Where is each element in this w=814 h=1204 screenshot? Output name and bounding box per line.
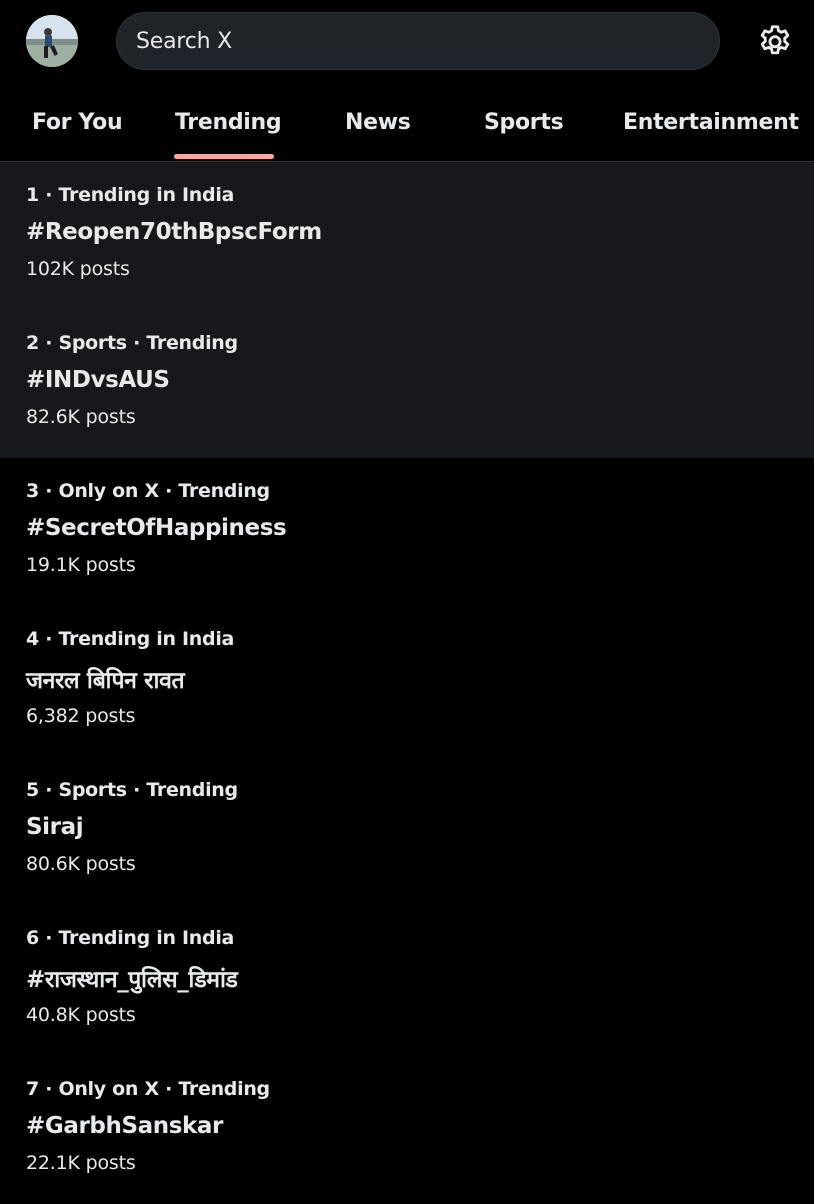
trend-item[interactable]: 2 · Sports · Trending #INDvsAUS 82.6K po…	[0, 310, 814, 458]
trend-item[interactable]: 4 · Trending in India जनरल बिपिन रावत 6,…	[0, 606, 814, 754]
trend-item[interactable]: 7 · Only on X · Trending #GarbhSanskar 2…	[0, 1056, 814, 1204]
trend-meta: 4 · Trending in India	[26, 628, 235, 650]
trend-meta: 7 · Only on X · Trending	[26, 1078, 270, 1100]
active-tab-indicator	[174, 154, 274, 159]
trend-item[interactable]: 5 · Sports · Trending Siraj 80.6K posts	[0, 757, 814, 905]
trend-meta: 2 · Sports · Trending	[26, 332, 238, 354]
trend-meta: 3 · Only on X · Trending	[26, 480, 270, 502]
search-input[interactable]: Search X	[116, 12, 720, 70]
trend-post-count: 22.1K posts	[26, 1152, 136, 1174]
trend-post-count: 40.8K posts	[26, 1004, 136, 1026]
trend-topic: Siraj	[26, 814, 84, 840]
trend-topic: #GarbhSanskar	[26, 1113, 223, 1139]
trend-item[interactable]: 6 · Trending in India #राजस्थान_पुलिस_डि…	[0, 905, 814, 1053]
trend-post-count: 6,382 posts	[26, 705, 136, 727]
trend-topic: #INDvsAUS	[26, 367, 170, 393]
tab-trending[interactable]: Trending	[175, 110, 282, 135]
trend-topic: #राजस्थान_पुलिस_डिमांड	[26, 967, 238, 993]
trend-topic: जनरल बिपिन रावत	[26, 668, 185, 694]
trend-post-count: 82.6K posts	[26, 406, 136, 428]
trend-post-count: 19.1K posts	[26, 554, 136, 576]
trend-post-count: 102K posts	[26, 258, 130, 280]
search-placeholder: Search X	[136, 28, 233, 54]
tab-sports[interactable]: Sports	[484, 110, 564, 135]
tab-for-you[interactable]: For You	[32, 110, 123, 135]
trend-topic: #SecretOfHappiness	[26, 515, 287, 541]
tab-entertainment[interactable]: Entertainment	[623, 110, 799, 135]
gear-icon[interactable]	[756, 22, 794, 60]
tab-news[interactable]: News	[345, 110, 411, 135]
trend-meta: 5 · Sports · Trending	[26, 779, 238, 801]
trend-item[interactable]: 1 · Trending in India #Reopen70thBpscFor…	[0, 162, 814, 310]
tab-bar: For You Trending News Sports Entertainme…	[0, 90, 814, 162]
trend-post-count: 80.6K posts	[26, 853, 136, 875]
top-bar: Search X	[0, 0, 814, 82]
trend-item[interactable]: 3 · Only on X · Trending #SecretOfHappin…	[0, 458, 814, 606]
avatar[interactable]	[26, 15, 78, 67]
trend-topic: #Reopen70thBpscForm	[26, 219, 322, 245]
trend-meta: 1 · Trending in India	[26, 184, 235, 206]
trend-meta: 6 · Trending in India	[26, 927, 235, 949]
